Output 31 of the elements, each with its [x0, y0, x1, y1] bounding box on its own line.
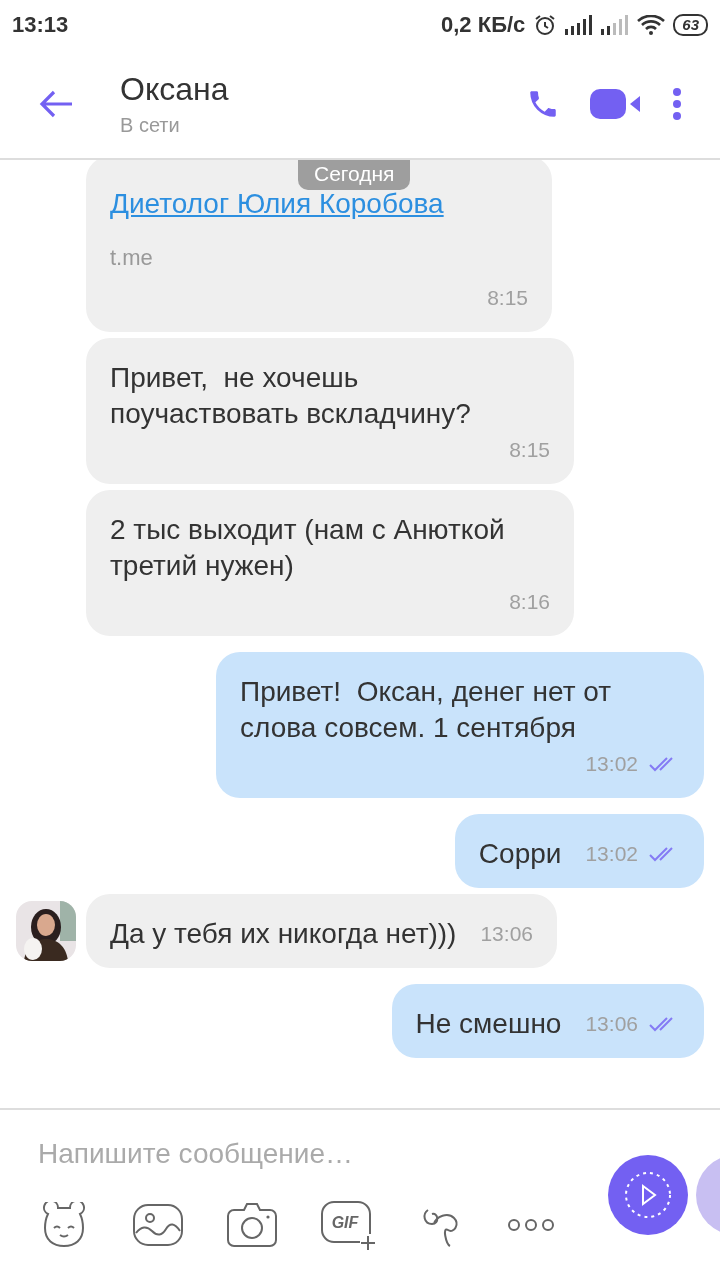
message-text: Привет! Оксан, денег нет от слова совсем. 1 сентября	[240, 675, 613, 745]
more-icon[interactable]	[508, 1218, 554, 1232]
gallery-icon[interactable]	[132, 1203, 184, 1247]
status-time: 13:13	[12, 12, 69, 38]
contact-name: Оксана	[120, 71, 230, 108]
wifi-icon	[637, 15, 666, 35]
message-time: 8:15	[487, 285, 528, 311]
message-text: 2 тыс выходит (нам с Анюткой третий нужен)	[110, 513, 506, 583]
message-text: Привет, не хочешь поучаствовать вскладчину?	[110, 361, 472, 431]
message-time: 8:15	[509, 437, 550, 463]
message-text: Да у тебя их никогда нет)))	[110, 917, 457, 951]
signal-icon	[565, 15, 594, 35]
video-message-button[interactable]	[608, 1155, 688, 1235]
network-speed: 0,2 КБ/с	[441, 12, 526, 38]
message-time: 13:06	[480, 921, 533, 947]
link-domain: t.me	[110, 244, 153, 272]
more-options-icon[interactable]	[672, 87, 682, 121]
message-time: 8:16	[509, 589, 550, 615]
battery-indicator: 63	[673, 14, 708, 36]
message-text: Сорри	[478, 837, 562, 871]
video-camera-icon[interactable]	[590, 87, 642, 121]
message-text: Не смешно	[415, 1007, 562, 1041]
message-time: 13:02	[585, 751, 638, 777]
back-arrow-icon[interactable]	[38, 89, 74, 119]
message-input[interactable]: Напишите сообщение…	[38, 1138, 558, 1170]
message-time: 13:02	[585, 841, 638, 867]
date-label: Сегодня	[298, 160, 411, 190]
camera-icon[interactable]	[226, 1202, 278, 1248]
signal-icon	[601, 15, 630, 35]
message-time: 13:06	[585, 1011, 638, 1037]
contact-status: В сети	[120, 114, 181, 137]
